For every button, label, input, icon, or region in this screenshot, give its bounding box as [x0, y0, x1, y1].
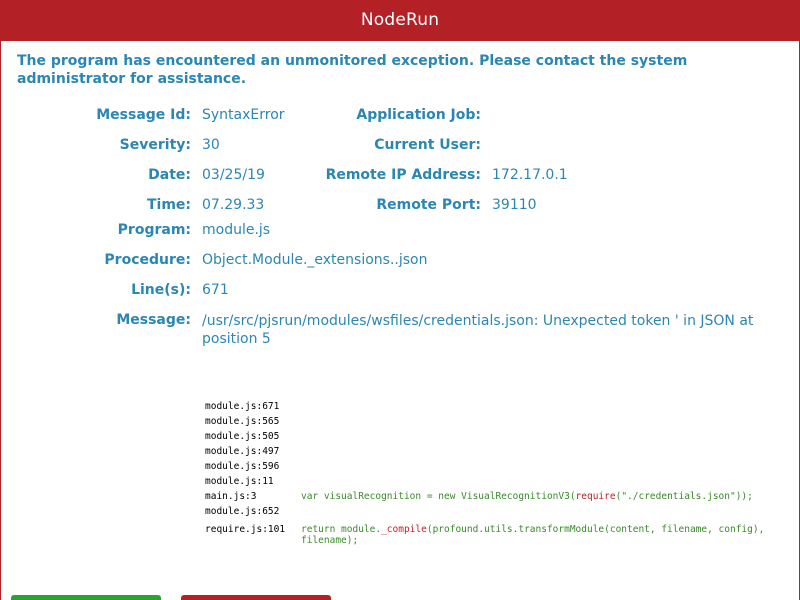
stack-trace-row: module.js:671 — [205, 399, 781, 414]
program-label: Program: — [117, 222, 191, 238]
stack-trace-file: module.js:596 — [205, 461, 280, 472]
stack-trace-file: module.js:671 — [205, 401, 280, 412]
severity-value: 30 — [202, 137, 220, 153]
message-id-value: SyntaxError — [202, 107, 285, 123]
stack-trace-code: return module._compile(profound.utils.tr… — [301, 524, 781, 546]
error-heading: The program has encountered an unmonitor… — [17, 53, 688, 87]
time-value: 07.29.33 — [202, 197, 265, 213]
stack-trace-code-keyword: require — [575, 491, 616, 502]
stack-trace-code-post: ("./credentials.json")); — [615, 491, 753, 502]
lines-value: 671 — [202, 282, 229, 298]
stack-trace-code: var visualRecognition = new VisualRecogn… — [301, 491, 781, 502]
stack-trace-row: module.js:565 — [205, 414, 781, 429]
message-value: /usr/src/pjsrun/modules/wsfiles/credenti… — [202, 313, 754, 347]
error-dialog: NodeRun The program has encountered an u… — [0, 0, 800, 600]
dialog-content: The program has encountered an unmonitor… — [0, 41, 800, 600]
message-label: Message: — [116, 312, 191, 328]
stack-trace-row: main.js:3 var visualRecognition = new Vis… — [205, 489, 781, 504]
time-label: Time: — [146, 197, 191, 213]
message-id-label: Message Id: — [96, 107, 191, 123]
severity-label: Severity: — [119, 137, 191, 153]
procedure-label: Procedure: — [104, 252, 191, 268]
stack-trace-row: module.js:596 — [205, 459, 781, 474]
primary-action-button[interactable] — [11, 595, 161, 600]
stack-trace-file: main.js:3 — [205, 491, 257, 502]
stack-trace-row: module.js:497 — [205, 444, 781, 459]
stack-trace-code-pre: var visualRecognition = new VisualRecogn… — [301, 491, 576, 502]
stack-trace-row: module.js:652 — [205, 504, 781, 519]
stack-trace-row: require.js:101 return module._compile(pro… — [205, 519, 781, 546]
stack-trace-file: module.js:505 — [205, 431, 280, 442]
date-value: 03/25/19 — [202, 167, 265, 183]
stack-trace: module.js:671 module.js:565 module.js:505 m… — [205, 399, 781, 546]
remote-ip-label: Remote IP Address: — [325, 167, 481, 183]
stack-trace-file: module.js:565 — [205, 416, 280, 427]
stack-trace-row: module.js:11 — [205, 474, 781, 489]
application-job-label: Application Job: — [356, 107, 481, 123]
lines-label: Line(s): — [131, 282, 191, 298]
procedure-value: Object.Module._extensions..json — [202, 252, 428, 268]
stack-trace-file: module.js:11 — [205, 476, 274, 487]
stack-trace-file: module.js:497 — [205, 446, 280, 457]
secondary-action-button[interactable] — [181, 595, 331, 600]
title-bar: NodeRun — [0, 0, 800, 41]
remote-ip-value: 172.17.0.1 — [492, 167, 568, 183]
stack-trace-row: module.js:505 — [205, 429, 781, 444]
stack-trace-code-pre: return module. — [301, 524, 382, 535]
date-label: Date: — [148, 167, 191, 183]
current-user-label: Current User: — [374, 137, 481, 153]
remote-port-value: 39110 — [492, 197, 537, 213]
program-value: module.js — [202, 222, 271, 238]
remote-port-label: Remote Port: — [376, 197, 481, 213]
stack-trace-file: require.js:101 — [205, 524, 286, 535]
stack-trace-file: module.js:652 — [205, 506, 280, 517]
stack-trace-code-keyword: _compile — [381, 524, 427, 535]
